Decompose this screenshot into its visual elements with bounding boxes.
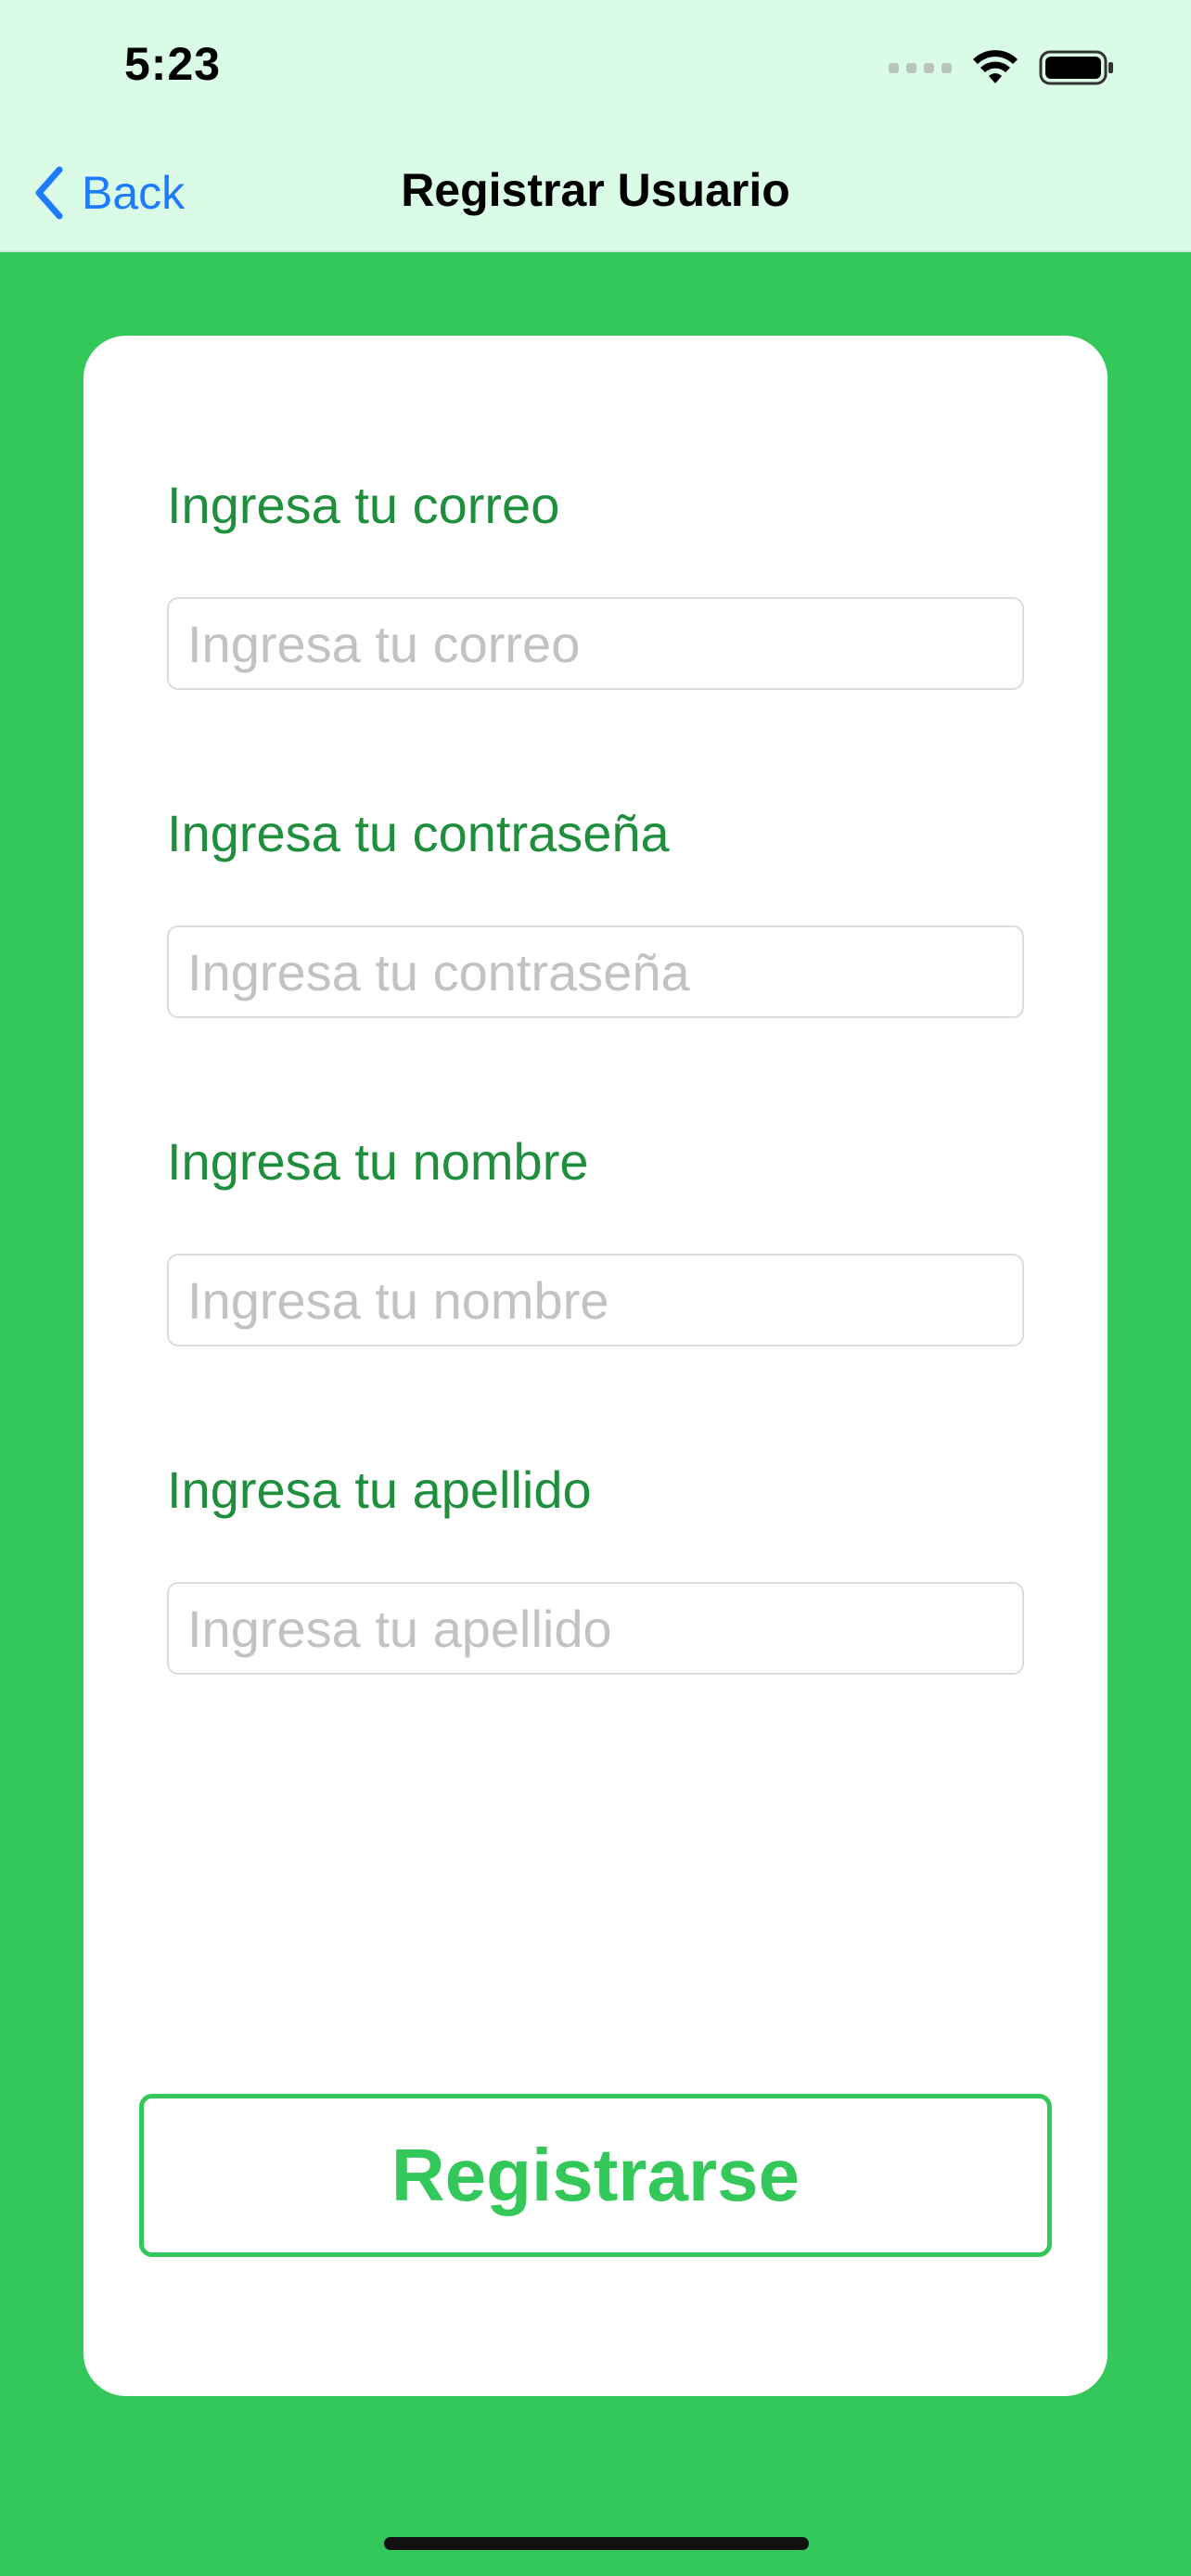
password-label: Ingresa tu contraseña <box>167 804 670 862</box>
email-label: Ingresa tu correo <box>167 476 560 534</box>
register-button[interactable]: Registrarse <box>139 2094 1052 2257</box>
last-name-label: Ingresa tu apellido <box>167 1460 592 1519</box>
status-time: 5:23 <box>124 38 222 90</box>
password-field[interactable] <box>167 925 1024 1018</box>
home-indicator[interactable] <box>384 2537 809 2550</box>
registration-card: Ingresa tu correo Ingresa tu contraseña … <box>83 336 1108 2396</box>
navigation-header: 5:23 Back Registrar Usuario <box>0 0 1191 252</box>
battery-icon <box>1039 50 1113 85</box>
page-title: Registrar Usuario <box>401 164 790 216</box>
first-name-field[interactable] <box>167 1254 1024 1346</box>
email-field[interactable] <box>167 597 1024 690</box>
cellular-signal-icon <box>889 62 952 73</box>
wifi-icon <box>973 50 1018 83</box>
first-name-label: Ingresa tu nombre <box>167 1132 589 1191</box>
status-icons <box>889 45 1115 91</box>
last-name-field[interactable] <box>167 1582 1024 1675</box>
